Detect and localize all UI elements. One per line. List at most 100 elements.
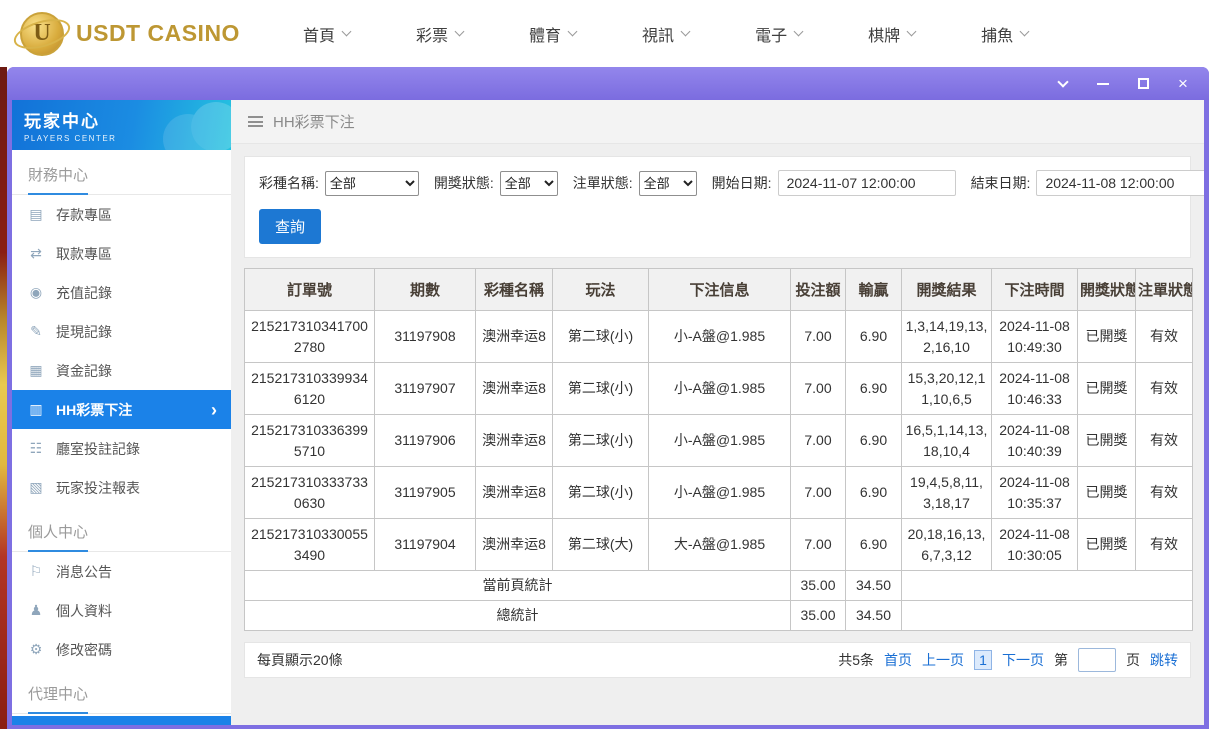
query-button[interactable]: 查詢 bbox=[259, 209, 322, 244]
logo-coin-icon: U bbox=[20, 11, 64, 56]
sidebar-item-cashout-records[interactable]: ✎ 提現記錄 bbox=[12, 312, 231, 351]
nav-item-label: 首頁 bbox=[303, 27, 336, 45]
sidebar-header: 玩家中心 PLAYERS CENTER bbox=[12, 100, 231, 150]
column-header: 期數 bbox=[374, 268, 476, 311]
maximize-icon bbox=[1137, 78, 1149, 89]
table-cell: 小-A盤@1.985 bbox=[648, 466, 791, 519]
draw-status-label: 開獎狀態: bbox=[433, 175, 494, 191]
first-page-link[interactable]: 首页 bbox=[884, 650, 912, 670]
table-cell: 已開獎 bbox=[1077, 414, 1136, 467]
nav-item-label: 視訊 bbox=[642, 27, 675, 45]
end-date-input[interactable] bbox=[1036, 170, 1204, 196]
sidebar-item-recharge-records[interactable]: ◉ 充值記錄 bbox=[12, 273, 231, 312]
profile-icon: ♟ bbox=[29, 602, 43, 618]
window-collapse-button[interactable] bbox=[1055, 75, 1071, 92]
order-status-select[interactable]: 全部 bbox=[638, 170, 697, 196]
start-date-input[interactable] bbox=[777, 170, 956, 196]
table-cell: 6.90 bbox=[845, 518, 902, 571]
current-page[interactable]: 1 bbox=[974, 650, 992, 670]
nav-item-2[interactable]: 體育 bbox=[529, 22, 578, 46]
recharge-records-icon: ◉ bbox=[29, 284, 43, 300]
sidebar-item-hall-bet-records[interactable]: ☷ 廳室投註記錄 bbox=[12, 429, 231, 468]
sidebar-item-label: 廳室投註記錄 bbox=[56, 440, 140, 457]
sidebar-section: 個人中心 ⚐ 消息公告 ♟ 個人資料 ⚙ 修改密碼 bbox=[12, 507, 231, 669]
sidebar-section: 財務中心 ▤ 存款專區 ⇄ 取款專區 ◉ 充值記錄 ✎ 提現記錄 ▦ 資金記錄 ▥ HH彩票下注 › ☷ 廳室… bbox=[12, 150, 231, 507]
logo-text: USDT CASINO bbox=[76, 20, 240, 46]
nav-item-5[interactable]: 棋牌 bbox=[868, 22, 917, 46]
start-date-filter: 開始日期: bbox=[712, 170, 956, 196]
table-cell: 第二球(大) bbox=[552, 518, 649, 571]
table-cell: 7.00 bbox=[790, 466, 846, 519]
window-minimize-button[interactable] bbox=[1095, 76, 1111, 92]
table-cell: 大-A盤@1.985 bbox=[648, 518, 791, 571]
nav-item-label: 體育 bbox=[529, 27, 562, 45]
nav-item-0[interactable]: 首頁 bbox=[303, 22, 352, 46]
column-header: 輸贏 bbox=[845, 268, 902, 311]
cashout-records-icon: ✎ bbox=[30, 323, 42, 339]
nav-item-3[interactable]: 視訊 bbox=[642, 22, 691, 46]
order-status-filter: 注單狀態: 全部 bbox=[572, 170, 697, 196]
next-page-link[interactable]: 下一页 bbox=[1002, 650, 1044, 670]
chevron-down-icon bbox=[1019, 26, 1030, 37]
sidebar-section-label: 個人中心 bbox=[12, 507, 231, 552]
sidebar-item-label: HH彩票下注 bbox=[56, 401, 133, 418]
jump-link[interactable]: 跳转 bbox=[1150, 650, 1178, 670]
jump-page-input[interactable] bbox=[1078, 648, 1116, 672]
column-header: 訂單號 bbox=[244, 268, 375, 311]
sidebar-title: 玩家中心 bbox=[24, 112, 100, 131]
table-header-row: 訂單號 期數 彩種名稱 玩法 下注信息 投注額 輸贏 開獎結果 下注時間 開獎狀態 注單狀態 bbox=[244, 268, 1193, 311]
site-header: U USDT CASINO 首頁 彩票 體育 視訊 電子 棋牌 捕魚 bbox=[0, 0, 1209, 67]
nav-item-1[interactable]: 彩票 bbox=[416, 22, 465, 46]
lottery-select[interactable]: 全部 bbox=[324, 170, 419, 196]
sidebar-item-withdraw-area[interactable]: ⇄ 取款專區 bbox=[12, 234, 231, 273]
table-cell: 有效 bbox=[1135, 362, 1193, 415]
table-cell: 第二球(小) bbox=[552, 310, 649, 363]
breadcrumb: HH彩票下注 bbox=[231, 100, 1204, 144]
table-row: 2152173103399346120 31197907 澳洲幸运8 第二球(小) 小-… bbox=[244, 362, 1193, 415]
sidebar-item-player-bet-report[interactable]: ▧ 玩家投注報表 bbox=[12, 468, 231, 507]
jump-label-suffix: 页 bbox=[1126, 652, 1140, 668]
nav-item-6[interactable]: 捕魚 bbox=[981, 22, 1030, 46]
prev-page-link[interactable]: 上一页 bbox=[922, 650, 964, 670]
sidebar-item-deposit-area[interactable]: ▤ 存款專區 bbox=[12, 195, 231, 234]
table-cell: 2152173103417002780 bbox=[244, 310, 375, 363]
sidebar-item-announcements[interactable]: ⚐ 消息公告 bbox=[12, 552, 231, 591]
table-cell: 6.90 bbox=[845, 362, 902, 415]
nav-item-4[interactable]: 電子 bbox=[755, 22, 804, 46]
sidebar-section-label-text: 個人中心 bbox=[28, 521, 89, 552]
sidebar-item-change-password[interactable]: ⚙ 修改密碼 bbox=[12, 630, 231, 669]
filter-panel: 彩種名稱: 全部 開獎狀態: 全部 注單狀態: 全部 開始日期: 2024-11… bbox=[244, 156, 1204, 258]
lottery-label: 彩種名稱: bbox=[259, 175, 319, 191]
summary-label: 總統計 bbox=[244, 600, 791, 631]
order-status-label: 注單狀態: bbox=[572, 175, 633, 191]
summary-label: 當前頁統計 bbox=[244, 570, 791, 601]
table-cell: 小-A盤@1.985 bbox=[648, 414, 791, 467]
summary-row: 總統計 35.00 34.50 bbox=[244, 600, 1193, 631]
sidebar-item-label: 存款專區 bbox=[56, 206, 112, 223]
bets-table-wrap: 訂單號 期數 彩種名稱 玩法 下注信息 投注額 輸贏 開獎結果 下注時間 開獎狀態 注單狀態 2152… bbox=[244, 268, 1193, 631]
sidebar-item-funds-records[interactable]: ▦ 資金記錄 bbox=[12, 351, 231, 390]
sidebar-item-partial[interactable] bbox=[12, 716, 231, 725]
menu-icon[interactable] bbox=[248, 116, 263, 127]
sidebar-item-profile[interactable]: ♟ 個人資料 bbox=[12, 591, 231, 630]
window-close-button[interactable]: × bbox=[1175, 75, 1191, 92]
table-cell: 2024-11-08 10:35:37 bbox=[991, 466, 1078, 519]
site-logo[interactable]: U USDT CASINO bbox=[20, 11, 245, 56]
table-cell: 有效 bbox=[1135, 518, 1193, 571]
table-cell: 澳洲幸运8 bbox=[475, 518, 553, 571]
window-maximize-button[interactable] bbox=[1135, 76, 1151, 92]
app-window: × 玩家中心 PLAYERS CENTER 財務中心 ▤ 存款專區 ⇄ 取款專區 ◉ 充值記… bbox=[7, 67, 1209, 729]
table-cell: 31197907 bbox=[374, 362, 476, 415]
chevron-down-icon bbox=[906, 26, 917, 37]
sidebar-item-label: 修改密碼 bbox=[56, 641, 112, 658]
table-cell: 7.00 bbox=[790, 362, 846, 415]
start-date-label: 開始日期: bbox=[711, 175, 772, 191]
summary-bet-total: 35.00 bbox=[790, 570, 846, 601]
sidebar-item-label: 個人資料 bbox=[56, 602, 112, 619]
summary-row: 當前頁統計 35.00 34.50 bbox=[244, 570, 1193, 601]
table-cell: 澳洲幸运8 bbox=[475, 414, 553, 467]
column-header: 下注信息 bbox=[648, 268, 791, 311]
sidebar-section-label: 財務中心 bbox=[12, 150, 231, 195]
sidebar-item-hh-lottery-bets[interactable]: ▥ HH彩票下注 › bbox=[12, 390, 231, 429]
draw-status-select[interactable]: 全部 bbox=[499, 170, 558, 196]
